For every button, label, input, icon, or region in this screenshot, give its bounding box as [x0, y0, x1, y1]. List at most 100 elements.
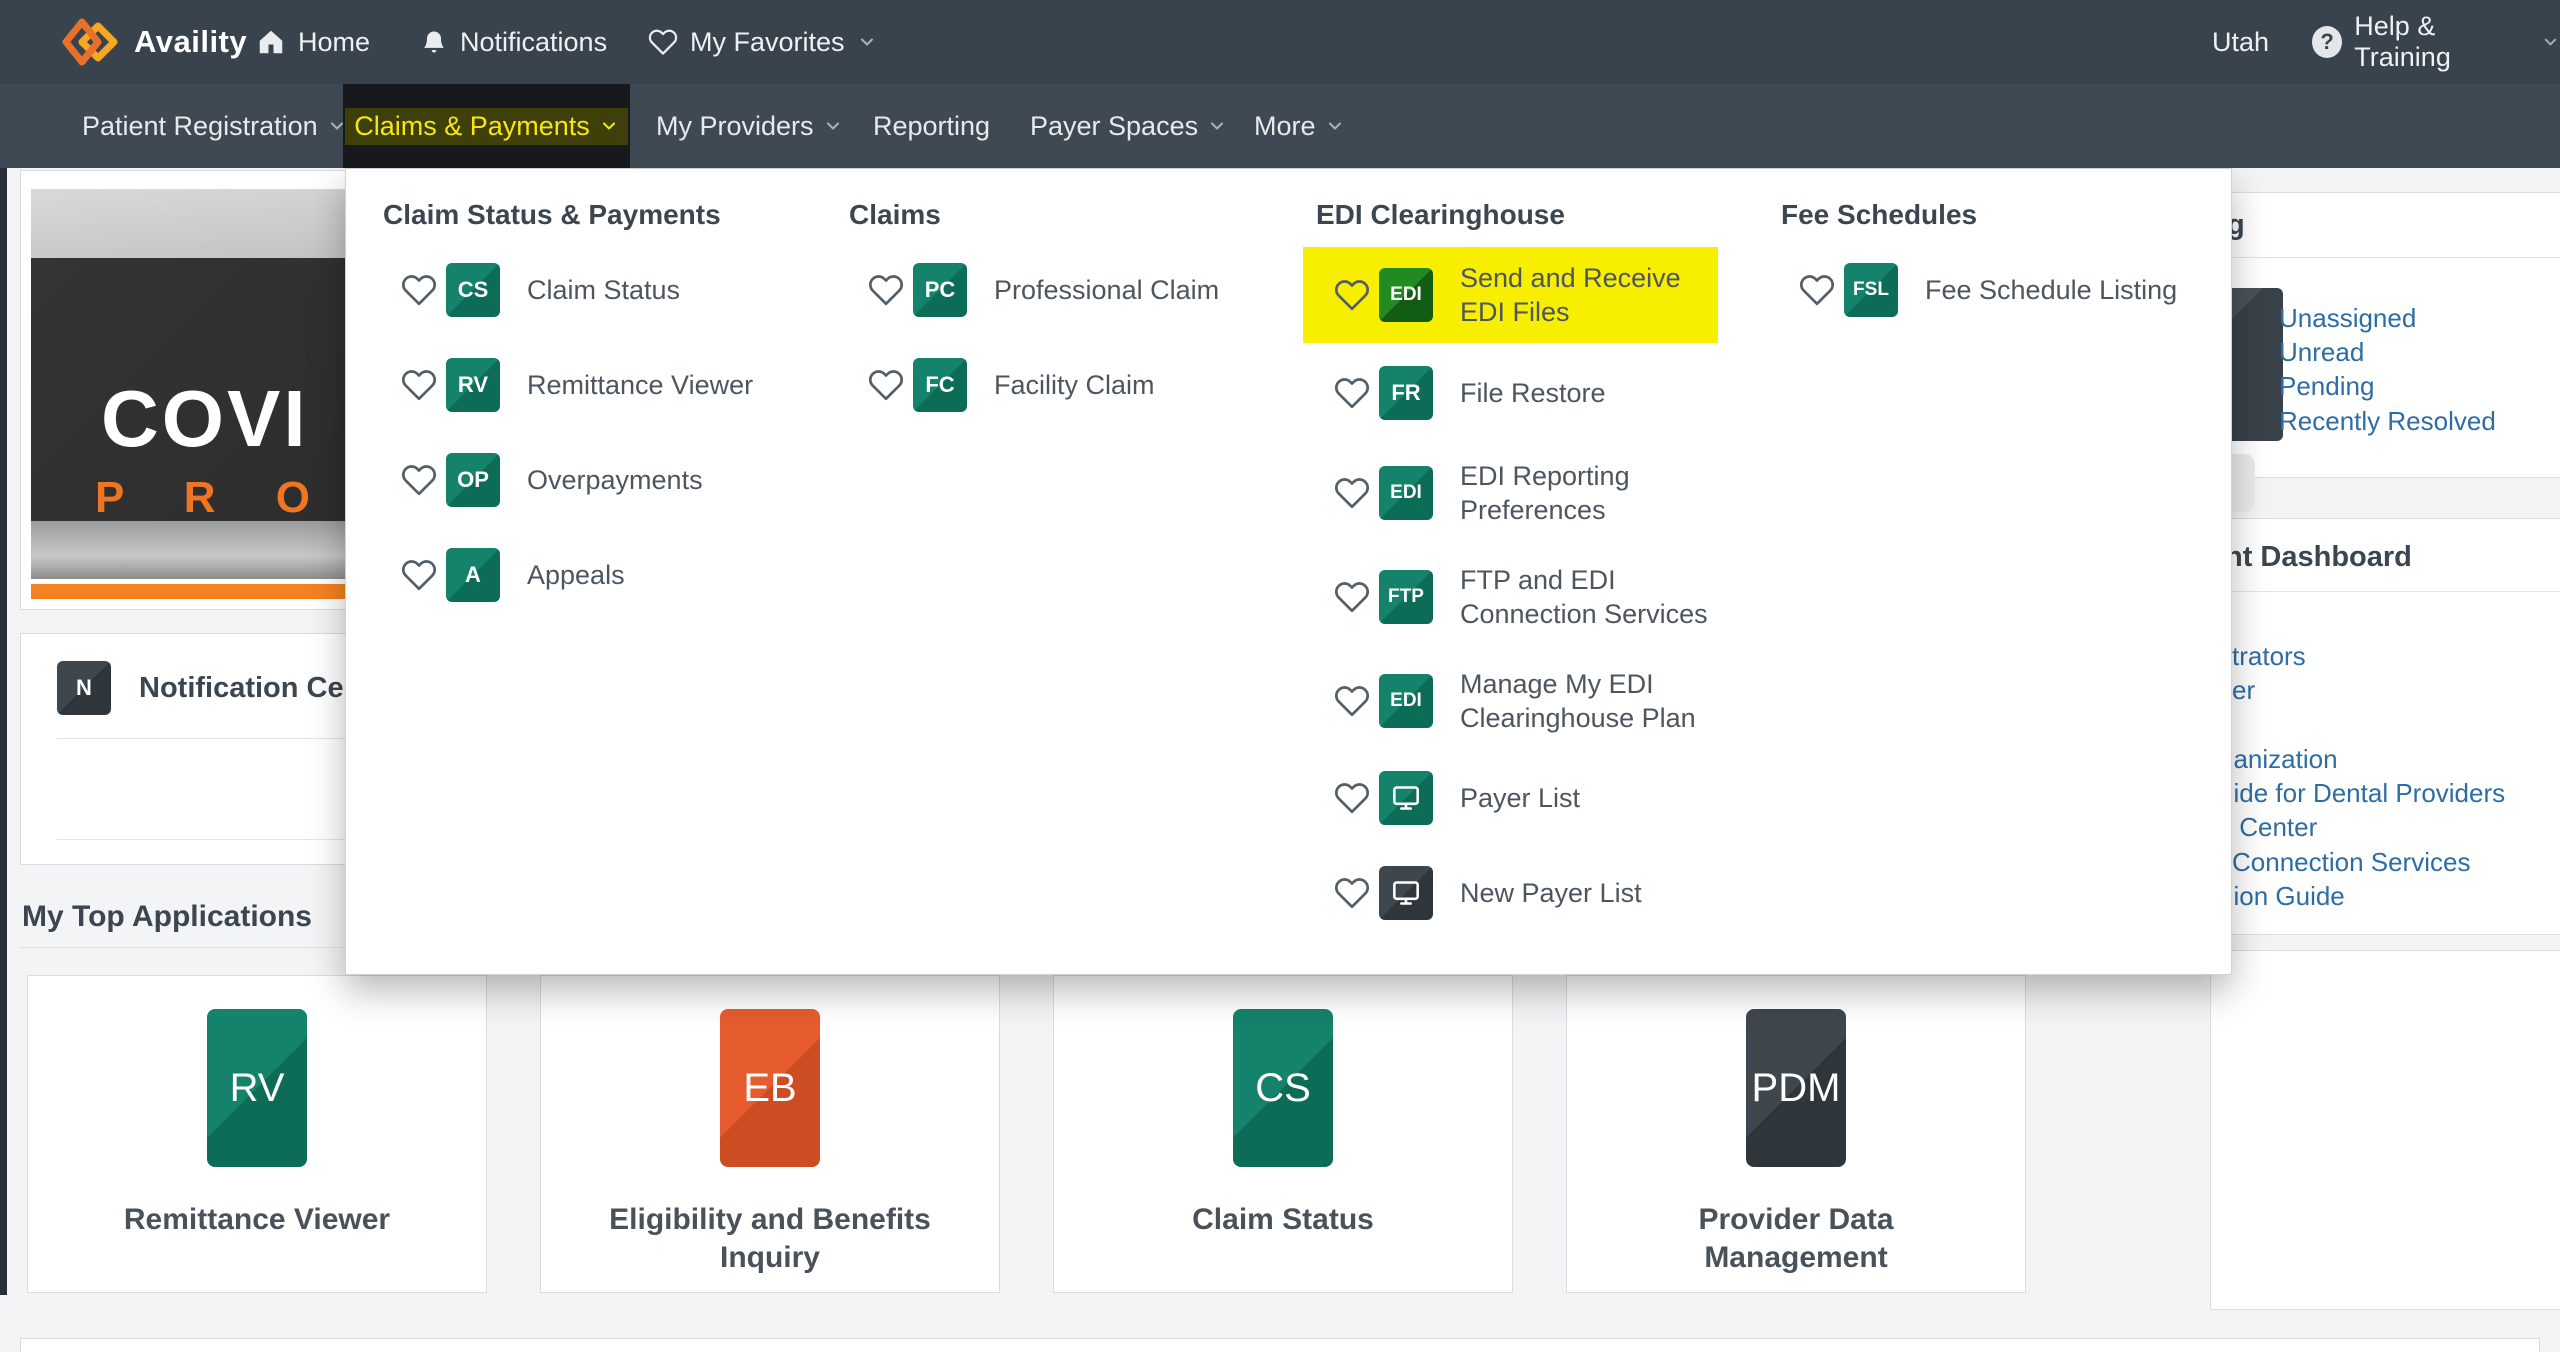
favorite-heart-icon[interactable]	[401, 272, 437, 308]
tab-more[interactable]: More	[1254, 84, 1345, 168]
left-edge-strip	[0, 168, 7, 1295]
nav-notifications[interactable]: Notifications	[420, 0, 607, 84]
favorite-heart-icon[interactable]	[401, 367, 437, 403]
monitor-tile	[1379, 771, 1433, 825]
menu-item-label: Payer List	[1460, 781, 1580, 815]
favorite-heart-icon[interactable]	[1334, 683, 1370, 719]
app-card-provider-data-management[interactable]: PDM Provider Data Management	[1566, 975, 2026, 1293]
favorite-heart-icon[interactable]	[868, 367, 904, 403]
menu-col-heading: Claim Status & Payments	[383, 199, 721, 231]
monitor-icon	[1392, 879, 1420, 907]
nav-home[interactable]: Home	[256, 0, 370, 84]
tab-patient-registration[interactable]: Patient Registration	[82, 84, 347, 168]
favorite-heart-icon[interactable]	[1334, 475, 1370, 511]
menu-item-claim-status[interactable]: CS Claim Status	[401, 263, 680, 317]
link-unread[interactable]: Unread	[2279, 337, 2364, 368]
menu-item-manage-my-edi-clearinghouse-plan[interactable]: EDI Manage My EDI Clearinghouse Plan	[1334, 653, 1732, 749]
app-tile: PDM	[1746, 1009, 1846, 1167]
notification-center-tile[interactable]: N	[57, 661, 111, 715]
tab-label: My Providers	[656, 111, 814, 142]
app-card-remittance-viewer[interactable]: RV Remittance Viewer	[27, 975, 487, 1293]
menu-item-appeals[interactable]: A Appeals	[401, 548, 625, 602]
dashboard-link[interactable]: l Connection Services	[2219, 847, 2470, 878]
app-tile: RV	[207, 1009, 307, 1167]
messaging-card: g Unassigned Unread Pending Recently Res…	[2210, 192, 2560, 478]
app-code-tile: EDI	[1379, 466, 1433, 520]
app-card-claim-status[interactable]: CS Claim Status	[1053, 975, 1513, 1293]
menu-item-label: FTP and EDI Connection Services	[1460, 563, 1732, 631]
tab-label: Reporting	[873, 111, 990, 142]
app-code-tile: EDI	[1379, 674, 1433, 728]
tab-my-providers[interactable]: My Providers	[656, 84, 843, 168]
menu-item-label: File Restore	[1460, 376, 1606, 410]
link-unassigned[interactable]: Unassigned	[2279, 303, 2416, 334]
app-code-tile: A	[446, 548, 500, 602]
favorite-heart-icon[interactable]	[1334, 277, 1370, 313]
app-label: Provider Data Management	[1657, 1201, 1935, 1277]
favorite-heart-icon[interactable]	[401, 462, 437, 498]
app-code-tile: EDI	[1379, 268, 1433, 322]
tab-reporting[interactable]: Reporting	[873, 84, 990, 168]
menu-item-send-receive-edi-files[interactable]: EDI Send and Receive EDI Files	[1334, 247, 1732, 343]
region-label: Utah	[2212, 0, 2269, 84]
divider	[2211, 591, 2560, 592]
favorite-heart-icon[interactable]	[1799, 272, 1835, 308]
menu-col-heading: Fee Schedules	[1781, 199, 1977, 231]
menu-item-label: Manage My EDI Clearinghouse Plan	[1460, 667, 1732, 735]
dashboard-link[interactable]: uide for Dental Providers	[2219, 778, 2505, 809]
menu-item-fee-schedule-listing[interactable]: FSL Fee Schedule Listing	[1799, 263, 2177, 317]
menu-item-payer-list[interactable]: Payer List	[1334, 771, 1580, 825]
link-pending[interactable]: Pending	[2279, 371, 2374, 402]
bell-icon	[420, 27, 448, 57]
chevron-down-icon	[823, 116, 843, 136]
menu-item-professional-claim[interactable]: PC Professional Claim	[868, 263, 1219, 317]
menu-item-ftp-edi-connection-services[interactable]: FTP FTP and EDI Connection Services	[1334, 549, 1732, 645]
menu-item-label: EDI Reporting Preferences	[1460, 459, 1732, 527]
availity-logo[interactable]: Availity	[58, 0, 247, 84]
region-text: Utah	[2212, 27, 2269, 58]
dashboard-link[interactable]: s Center	[2219, 812, 2317, 843]
app-code-tile: FSL	[1844, 263, 1898, 317]
link-recently-resolved[interactable]: Recently Resolved	[2279, 406, 2496, 437]
dashboard-heading-partial: nt Dashboard	[2225, 541, 2412, 574]
messaging-tile[interactable]	[2225, 288, 2283, 441]
tab-claims-payments[interactable]: Claims & Payments	[343, 84, 630, 168]
divider	[2211, 257, 2560, 258]
dashboard-link[interactable]: strators	[2219, 641, 2306, 672]
menu-item-label: Claim Status	[527, 273, 680, 307]
account-dashboard-card: nt Dashboard t strators ser ganization u…	[2210, 518, 2560, 935]
favorite-heart-icon[interactable]	[1334, 375, 1370, 411]
favorite-heart-icon[interactable]	[1334, 875, 1370, 911]
top-utility-bar: Availity Home Notifications My Favorites…	[0, 0, 2560, 84]
favorite-heart-icon[interactable]	[401, 557, 437, 593]
monitor-tile	[1379, 866, 1433, 920]
chevron-down-icon	[1207, 116, 1227, 136]
sidebar-card-empty	[2210, 950, 2560, 1310]
menu-item-new-payer-list[interactable]: New Payer List	[1334, 866, 1642, 920]
menu-item-label: New Payer List	[1460, 876, 1642, 910]
heart-icon	[648, 27, 678, 57]
app-code-tile: FC	[913, 358, 967, 412]
tab-payer-spaces[interactable]: Payer Spaces	[1030, 84, 1227, 168]
chevron-down-icon	[857, 32, 877, 52]
menu-col-heading: Claims	[849, 199, 941, 231]
menu-item-facility-claim[interactable]: FC Facility Claim	[868, 358, 1155, 412]
nav-my-favorites[interactable]: My Favorites	[648, 0, 877, 84]
menu-item-label: Remittance Viewer	[527, 368, 753, 402]
notification-center-title: Notification Cent	[139, 634, 371, 742]
favorite-heart-icon[interactable]	[1334, 780, 1370, 816]
menu-item-edi-reporting-preferences[interactable]: EDI EDI Reporting Preferences	[1334, 445, 1732, 541]
claims-payments-mega-menu: Claim Status & Payments Claims EDI Clear…	[345, 168, 2232, 975]
menu-item-label: Professional Claim	[994, 273, 1219, 307]
app-code-tile: OP	[446, 453, 500, 507]
favorite-heart-icon[interactable]	[1334, 579, 1370, 615]
menu-item-file-restore[interactable]: FR File Restore	[1334, 366, 1606, 420]
app-card-eligibility-benefits[interactable]: EB Eligibility and Benefits Inquiry	[540, 975, 1000, 1293]
menu-item-label: Facility Claim	[994, 368, 1155, 402]
favorite-heart-icon[interactable]	[868, 272, 904, 308]
menu-item-overpayments[interactable]: OP Overpayments	[401, 453, 703, 507]
dashboard-link[interactable]: nion Guide	[2219, 881, 2345, 912]
dashboard-link[interactable]: ganization	[2219, 744, 2338, 775]
menu-item-remittance-viewer[interactable]: RV Remittance Viewer	[401, 358, 753, 412]
nav-help-training[interactable]: ? Help & Training	[2312, 0, 2560, 84]
